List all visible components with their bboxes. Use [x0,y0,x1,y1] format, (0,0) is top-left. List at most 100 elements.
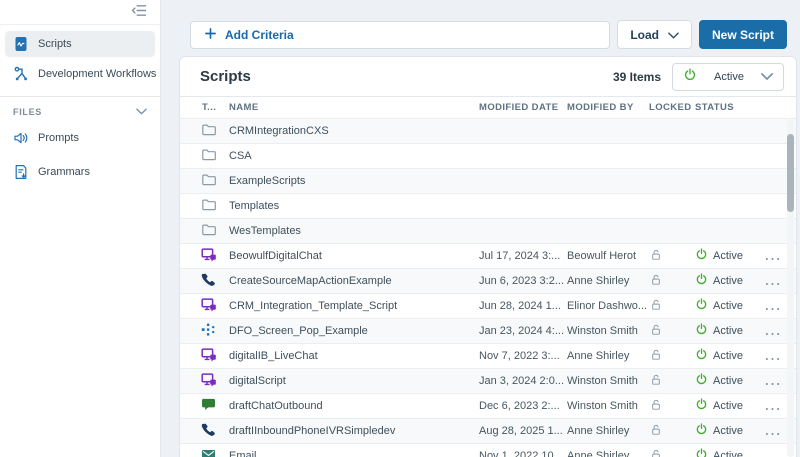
row-actions-button[interactable] [765,322,780,341]
table-row[interactable]: CreateSourceMapActionExampleJun 6, 2023 … [180,268,796,293]
status-label: Active [713,350,743,362]
table-row[interactable]: CSA [180,143,796,168]
sidebar-item-label: Prompts [38,132,79,144]
row-actions-button[interactable] [765,447,780,457]
modified-by-cell: Winston Smith [567,375,647,387]
table-header-row: T...NAMEMODIFIED DATEMODIFIED BYLOCKEDST… [180,97,796,118]
table-row[interactable]: digitalIB_LiveChatNov 7, 2022 3:...Anne … [180,343,796,368]
table-row[interactable]: BeowulfDigitalChatJul 17, 2024 3:...Beow… [180,243,796,268]
lock-icon [649,448,663,457]
sidebar-item-scripts[interactable]: Scripts [5,31,155,57]
sidebar-item-label: Development Workflows [38,68,156,80]
scripts-panel: Scripts 39 Items Active T...NAMEMODIFIED… [179,56,797,457]
type-cell [180,372,229,391]
table-row[interactable]: DFO_Screen_Pop_ExampleJan 23, 2024 4:...… [180,318,796,343]
main-area: Add Criteria Load New Script Scripts 39 … [161,0,800,457]
status-cell: Active [695,273,765,289]
script-file-icon [12,36,29,52]
locked-cell [647,248,695,265]
sidebar-item-grammars[interactable]: Grammars [5,159,155,185]
digital-chat-icon [201,297,217,316]
actions-cell [765,247,782,266]
row-actions-button[interactable] [765,272,780,291]
column-header-locked[interactable]: LOCKED [647,102,695,113]
status-cell: Active [695,298,765,314]
status-label: Active [713,425,743,437]
load-label: Load [630,28,659,42]
table-row[interactable]: CRMIntegrationCXS [180,118,796,143]
power-icon [695,373,708,389]
table-row[interactable]: CRM_Integration_Template_ScriptJun 28, 2… [180,293,796,318]
name-cell: draftIInboundPhoneIVRSimpledev [229,425,479,437]
column-header-status[interactable]: STATUS [695,102,765,113]
status-label: Active [713,275,743,287]
load-button[interactable]: Load [617,20,692,49]
status-label: Active [713,400,743,412]
status-label: Active [713,300,743,312]
sidebar-item-development-workflows[interactable]: Development Workflows [5,61,155,87]
row-actions-button[interactable] [765,347,780,366]
row-actions-button[interactable] [765,422,780,441]
type-cell [180,422,229,440]
power-icon [695,248,708,264]
column-header-t[interactable]: T... [180,102,229,113]
scrollbar-thumb[interactable] [787,134,794,212]
collapse-sidebar-button[interactable] [128,2,150,22]
type-cell [180,347,229,366]
digital-chat-icon [201,347,217,366]
table-row[interactable]: draftChatOutboundDec 6, 2023 2:...Winsto… [180,393,796,418]
power-icon [695,448,708,457]
column-header-modified-date[interactable]: MODIFIED DATE [479,102,567,113]
folder-icon [201,197,217,216]
column-header-name[interactable]: NAME [229,102,479,113]
modified-by-cell: Winston Smith [567,325,647,337]
lock-icon [649,248,663,265]
table-row[interactable]: Templates [180,193,796,218]
status-filter-value: Active [705,71,753,83]
name-cell: CSA [229,150,479,162]
column-header-modified-by[interactable]: MODIFIED BY [567,102,647,113]
folder-icon [201,222,217,241]
name-cell: CRM_Integration_Template_Script [229,300,479,312]
row-actions-button[interactable] [765,397,780,416]
actions-cell [765,397,782,416]
collapse-menu-icon [130,4,148,20]
table-row[interactable]: draftIInboundPhoneIVRSimpledevAug 28, 20… [180,418,796,443]
sidebar: Scripts Development Workflows FILES Promp… [0,0,161,457]
type-cell [180,247,229,266]
sidebar-item-prompts[interactable]: Prompts [5,125,155,151]
locked-cell [647,373,695,390]
modified-date-cell: Jun 6, 2023 3:2... [479,275,567,287]
ellipsis-icon [765,424,780,439]
table-row[interactable]: WesTemplates [180,218,796,243]
add-criteria-label: Add Criteria [225,28,294,42]
power-icon [695,348,708,364]
modified-by-cell: Beowulf Herot [567,250,647,262]
modified-date-cell: Jan 3, 2024 2:0... [479,375,567,387]
modified-by-cell: Anne Shirley [567,425,647,437]
row-actions-button[interactable] [765,297,780,316]
chevron-down-icon [761,71,773,83]
chevron-down-icon [668,28,679,42]
table-row[interactable]: ExampleScripts [180,168,796,193]
table-row[interactable]: EmailNov 1, 2022 10...Anne ShirleyActive [180,443,796,457]
power-icon [695,398,708,414]
type-cell [180,122,229,141]
new-script-button[interactable]: New Script [699,20,787,49]
lock-icon [649,323,663,340]
actions-cell [765,272,782,291]
row-actions-button[interactable] [765,372,780,391]
files-section-toggle[interactable]: FILES [0,97,160,117]
row-actions-button[interactable] [765,247,780,266]
locked-cell [647,423,695,440]
files-nav: Prompts Grammars [0,117,160,185]
actions-cell [765,347,782,366]
status-filter-dropdown[interactable]: Active [672,63,784,91]
vertical-scrollbar[interactable] [787,119,794,457]
name-cell: CRMIntegrationCXS [229,125,479,137]
chat-bubble-icon [201,397,216,415]
name-cell: ExampleScripts [229,175,479,187]
new-script-label: New Script [712,28,774,42]
add-criteria-button[interactable]: Add Criteria [190,21,610,49]
table-row[interactable]: digitalScriptJan 3, 2024 2:0...Winston S… [180,368,796,393]
